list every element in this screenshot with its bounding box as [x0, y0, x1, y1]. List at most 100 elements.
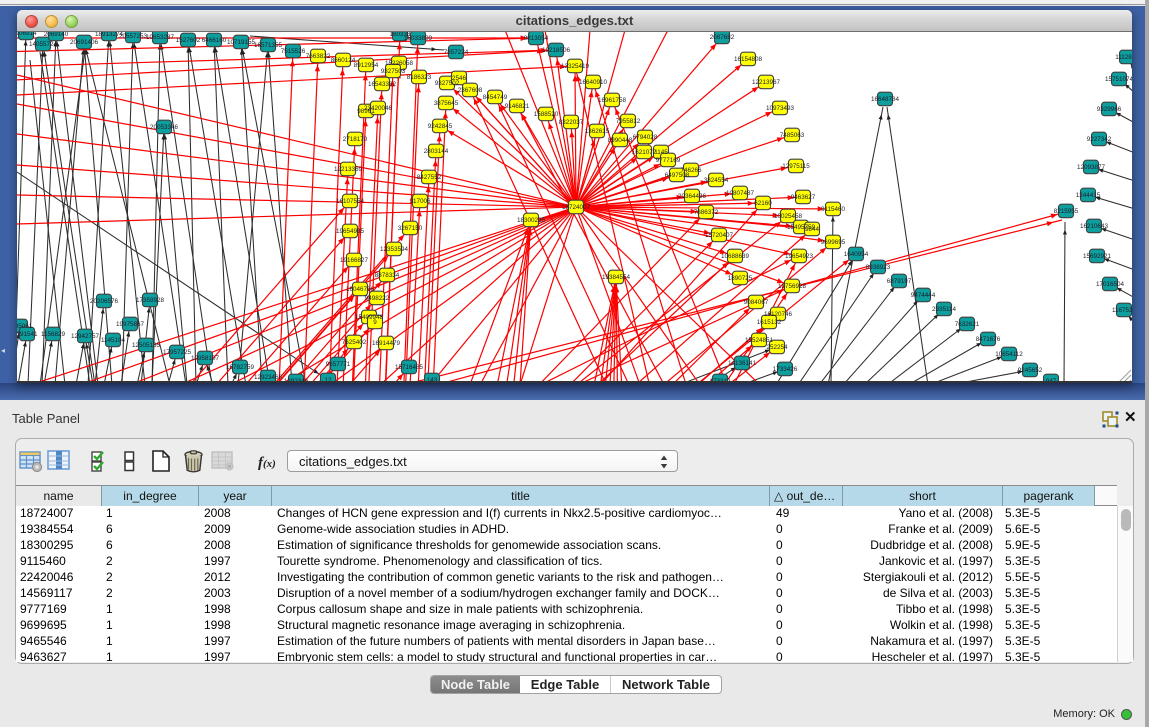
- svg-text:252254: 252254: [766, 344, 788, 351]
- svg-text:10654112: 10654112: [995, 351, 1023, 358]
- svg-text:8454749: 8454749: [483, 94, 508, 101]
- svg-text:8878334: 8878334: [375, 272, 400, 279]
- svg-text:12213369: 12213369: [334, 166, 363, 173]
- svg-text:12923468: 12923468: [254, 374, 283, 381]
- svg-text:9115460: 9115460: [821, 206, 846, 213]
- svg-text:19166827: 19166827: [340, 257, 369, 264]
- svg-text:12213967: 12213967: [752, 79, 781, 86]
- svg-text:206914: 206914: [17, 32, 37, 37]
- svg-text:12975115: 12975115: [782, 163, 810, 170]
- svg-text:1588520: 1588520: [534, 111, 559, 118]
- svg-text:8427552: 8427552: [417, 174, 442, 181]
- svg-text:16210643: 16210643: [1080, 223, 1109, 230]
- svg-text:2546: 2546: [452, 75, 467, 82]
- svg-text:20053346: 20053346: [150, 124, 179, 131]
- svg-text:16120746: 16120746: [764, 311, 793, 318]
- svg-text:8186323: 8186323: [407, 74, 432, 81]
- svg-text:947: 947: [1046, 378, 1057, 383]
- svg-text:12942757: 12942757: [71, 333, 100, 340]
- svg-text:8813054: 8813054: [524, 35, 549, 42]
- svg-text:23420046: 23420046: [364, 105, 393, 112]
- svg-text:15226058: 15226058: [385, 60, 414, 67]
- svg-text:1167533: 1167533: [1112, 307, 1132, 314]
- svg-text:20691406: 20691406: [70, 39, 99, 46]
- svg-text:2803144: 2803144: [424, 148, 449, 155]
- svg-text:15524851: 15524851: [745, 337, 774, 344]
- svg-text:10958107: 10958107: [191, 355, 220, 362]
- svg-text:7625402: 7625402: [342, 339, 367, 346]
- svg-text:9146821: 9146821: [505, 103, 530, 110]
- svg-text:3875645: 3875645: [434, 100, 459, 107]
- svg-text:18300295: 18300295: [517, 217, 546, 224]
- svg-text:18756928: 18756928: [778, 283, 807, 290]
- svg-text:20206576: 20206576: [90, 298, 119, 305]
- svg-text:20557253: 20557253: [119, 33, 148, 40]
- svg-text:10973493: 10973493: [766, 105, 795, 112]
- svg-text:7663822: 7663822: [306, 53, 331, 60]
- svg-text:14136141: 14136141: [728, 360, 757, 367]
- svg-text:3824554: 3824554: [704, 177, 729, 184]
- svg-text:14055724: 14055724: [29, 41, 58, 48]
- svg-text:16154808: 16154808: [734, 56, 763, 63]
- svg-text:10025458: 10025458: [774, 213, 803, 220]
- svg-text:12: 12: [324, 377, 332, 383]
- svg-text:10688639: 10688639: [721, 253, 750, 260]
- svg-text:1890725: 1890725: [728, 275, 753, 282]
- svg-text:17957225: 17957225: [163, 349, 192, 356]
- svg-text:10719155: 10719155: [227, 39, 256, 46]
- svg-text:8471676: 8471676: [976, 336, 1001, 343]
- svg-text:16543382: 16543382: [368, 81, 397, 88]
- svg-text:1145194: 1145194: [101, 337, 126, 344]
- svg-text:917006: 917006: [409, 198, 431, 205]
- svg-text:19384554: 19384554: [602, 274, 631, 281]
- svg-text:16914479: 16914479: [372, 340, 401, 347]
- svg-text:173342: 173342: [709, 378, 731, 383]
- svg-text:19975867: 19975867: [116, 321, 145, 328]
- svg-text:9245652: 9245652: [1018, 367, 1043, 374]
- svg-text:18724007: 18724007: [562, 204, 591, 211]
- svg-text:9498222: 9498222: [365, 295, 390, 302]
- svg-text:391541: 391541: [17, 331, 38, 338]
- svg-text:6497508: 6497508: [665, 172, 690, 179]
- svg-text:9463627: 9463627: [791, 194, 816, 201]
- svg-text:20364436: 20364436: [678, 193, 707, 200]
- svg-text:6794028: 6794028: [633, 134, 658, 141]
- svg-text:6879197: 6879197: [887, 278, 912, 285]
- svg-text:9777169: 9777169: [656, 157, 681, 164]
- svg-text:2367608: 2367608: [458, 87, 483, 94]
- svg-text:9474444: 9474444: [911, 292, 936, 299]
- svg-text:16571355: 16571355: [254, 42, 283, 49]
- svg-text:8322037: 8322037: [559, 119, 584, 126]
- svg-text:15692921: 15692921: [1083, 253, 1112, 260]
- svg-text:1112845: 1112845: [1115, 54, 1132, 61]
- svg-text:16033809: 16033809: [404, 35, 433, 42]
- svg-text:1145: 1145: [654, 149, 668, 156]
- svg-text:12093877: 12093877: [1077, 164, 1106, 171]
- svg-text:17016504: 17016504: [1096, 281, 1125, 288]
- svg-text:2087682: 2087682: [710, 34, 735, 41]
- svg-text:8938923: 8938923: [866, 264, 891, 271]
- svg-text:8660124: 8660124: [331, 57, 356, 64]
- svg-text:15751074: 15751074: [1105, 76, 1132, 83]
- svg-text:3267150: 3267150: [398, 225, 423, 232]
- svg-text:9699695: 9699695: [821, 239, 846, 246]
- svg-text:2069140: 2069140: [44, 32, 69, 38]
- svg-text:10807487: 10807487: [726, 190, 755, 197]
- svg-text:7886372: 7886372: [694, 209, 719, 216]
- svg-text:7632621: 7632621: [955, 321, 980, 328]
- svg-text:17359928: 17359928: [136, 297, 165, 304]
- svg-text:9227342: 9227342: [1087, 136, 1112, 143]
- svg-text:19654923: 19654923: [785, 253, 814, 260]
- svg-text:9: 9: [373, 319, 377, 326]
- svg-text:12353594: 12353594: [380, 246, 409, 253]
- svg-text:143: 143: [427, 377, 438, 383]
- svg-text:16107554: 16107554: [336, 198, 365, 205]
- svg-text:13325419: 13325419: [561, 63, 590, 70]
- svg-text:(x): (x): [263, 458, 276, 470]
- svg-text:16046766: 16046766: [346, 286, 375, 293]
- svg-text:15716485: 15716485: [395, 364, 424, 371]
- svg-text:1385061: 1385061: [17, 323, 33, 330]
- svg-text:8990448: 8990448: [608, 137, 633, 144]
- svg-text:9844: 9844: [805, 226, 820, 233]
- svg-text:1244415: 1244415: [1076, 192, 1101, 199]
